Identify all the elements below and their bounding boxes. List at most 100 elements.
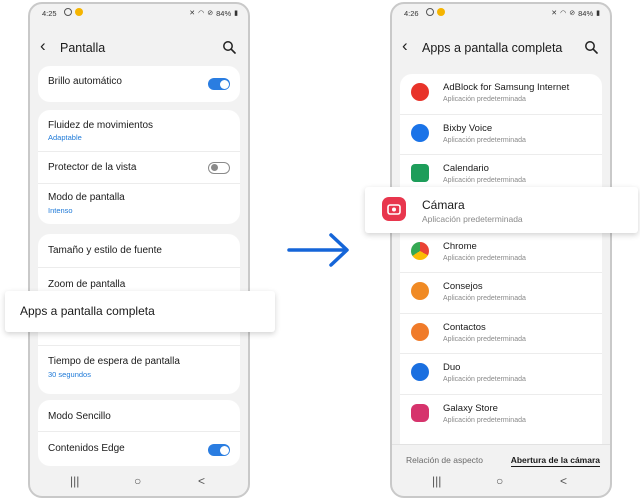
app-name: Consejos xyxy=(443,281,483,292)
battery-icon: ▮ xyxy=(596,9,600,17)
edge-panels-toggle[interactable] xyxy=(208,444,230,456)
bixby-icon xyxy=(411,123,429,142)
back-icon[interactable]: ‹ xyxy=(40,36,46,56)
highlight-camera-app[interactable]: Cámara Aplicación predeterminada xyxy=(365,187,638,233)
setting-label: Modo de pantalla xyxy=(48,192,125,203)
recents-icon[interactable]: ||| xyxy=(70,474,79,488)
setting-edge-panels[interactable]: Contenidos Edge xyxy=(38,432,240,466)
setting-label: Tiempo de espera de pantalla xyxy=(48,356,180,367)
contacts-icon xyxy=(411,322,429,341)
camera-app-name: Cámara xyxy=(422,198,465,212)
setting-label: Tamaño y estilo de fuente xyxy=(48,245,162,256)
app-bar: ‹ Apps a pantalla completa xyxy=(392,32,610,62)
status-bar: 4:26 ✕ ◠ ⊘ 84% ▮ xyxy=(392,4,610,22)
setting-label: Zoom de pantalla xyxy=(48,279,126,290)
highlight-full-screen-apps[interactable]: Apps a pantalla completa xyxy=(5,291,275,332)
setting-auto-brightness[interactable]: Brillo automático xyxy=(38,66,240,102)
list-item-tips[interactable]: Consejos Aplicación predeterminada xyxy=(400,273,602,314)
status-time: 4:25 xyxy=(42,9,57,18)
battery-level: 84% xyxy=(578,9,594,18)
app-status: Aplicación predeterminada xyxy=(443,376,526,383)
auto-brightness-toggle[interactable] xyxy=(208,78,230,90)
app-status: Aplicación predeterminada xyxy=(443,295,526,302)
notification-icon xyxy=(426,8,434,16)
list-item-chrome[interactable]: Chrome Aplicación predeterminada xyxy=(400,233,602,273)
app-name: Bixby Voice xyxy=(443,122,493,134)
navigation-bar: ||| ○ < xyxy=(30,468,248,496)
page-title: Pantalla xyxy=(60,41,106,55)
list-item-duo[interactable]: Duo Aplicación predeterminada xyxy=(400,354,602,395)
calendar-icon xyxy=(411,164,429,182)
app-list: AdBlock for Samsung Internet Aplicación … xyxy=(400,74,602,444)
setting-value: Intenso xyxy=(48,206,73,215)
battery-level: 84% xyxy=(216,9,232,18)
list-item-bixby[interactable]: Bixby Voice Aplicación predeterminada xyxy=(400,115,602,155)
list-item-contacts[interactable]: Contactos Aplicación predeterminada xyxy=(400,314,602,354)
setting-label: Modo Sencillo xyxy=(48,411,111,422)
eye-comfort-toggle[interactable] xyxy=(208,162,230,174)
setting-motion-smoothness[interactable]: Fluidez de movimientos Adaptable xyxy=(38,110,240,152)
setting-label: Fluidez de movimientos xyxy=(48,120,154,131)
wifi-icon: ◠ xyxy=(198,9,205,17)
setting-screen-timeout[interactable]: Tiempo de espera de pantalla 30 segundos xyxy=(38,346,240,394)
app-status: Aplicación predeterminada xyxy=(443,177,526,184)
app-status: Aplicación predeterminada xyxy=(443,96,526,103)
arrow-right-icon xyxy=(287,233,349,267)
duo-icon xyxy=(411,363,429,381)
setting-easy-mode[interactable]: Modo Sencillo xyxy=(38,400,240,432)
back-nav-icon[interactable]: < xyxy=(560,474,567,488)
wifi-icon: ◠ xyxy=(560,9,567,17)
settings-group-easy-mode: Modo Sencillo Contenidos Edge xyxy=(38,400,240,466)
navigation-bar: ||| ○ < xyxy=(392,468,610,496)
setting-value: 30 segundos xyxy=(48,370,91,379)
no-signal-icon: ⊘ xyxy=(569,9,576,17)
app-status: Aplicación predeterminada xyxy=(443,335,526,343)
app-name: Galaxy Store xyxy=(443,402,498,414)
phone-full-screen-apps: 4:26 ✕ ◠ ⊘ 84% ▮ ‹ Apps a pantalla compl… xyxy=(390,2,612,498)
home-icon[interactable]: ○ xyxy=(496,474,503,488)
app-notification-icon xyxy=(75,8,83,16)
setting-label: Contenidos Edge xyxy=(48,443,125,454)
camera-icon xyxy=(382,197,406,221)
phone-display-settings: 4:25 ✕ ◠ ⊘ 84% ▮ ‹ Pantalla Brillo autom… xyxy=(28,2,250,498)
app-notification-icon xyxy=(437,8,445,16)
search-icon[interactable] xyxy=(222,40,236,54)
home-icon[interactable]: ○ xyxy=(134,474,141,488)
full-screen-apps-label: Apps a pantalla completa xyxy=(20,304,155,318)
mute-icon: ✕ xyxy=(551,9,558,17)
camera-app-status: Aplicación predeterminada xyxy=(422,214,523,224)
list-item-galaxy-store[interactable]: Galaxy Store Aplicación predeterminada xyxy=(400,395,602,436)
search-icon[interactable] xyxy=(584,40,598,54)
app-name: AdBlock for Samsung Internet xyxy=(443,82,570,93)
adblock-icon xyxy=(411,83,429,101)
app-name: Chrome xyxy=(443,240,477,252)
app-bar: ‹ Pantalla xyxy=(30,32,248,62)
setting-font-size[interactable]: Tamaño y estilo de fuente xyxy=(38,234,240,268)
chrome-icon xyxy=(411,241,429,260)
settings-group-brightness: Brillo automático xyxy=(38,66,240,102)
back-icon[interactable]: ‹ xyxy=(402,36,408,56)
setting-screen-mode[interactable]: Modo de pantalla Intenso xyxy=(38,184,240,224)
settings-group-display: Fluidez de movimientos Adaptable Protect… xyxy=(38,110,240,224)
status-time: 4:26 xyxy=(404,9,419,18)
recents-icon[interactable]: ||| xyxy=(432,474,441,488)
app-status: Aplicación predeterminada xyxy=(443,416,526,424)
setting-label: Protector de la vista xyxy=(48,162,137,173)
battery-icon: ▮ xyxy=(234,9,238,17)
setting-label: Brillo automático xyxy=(48,76,122,87)
app-status: Aplicación predeterminada xyxy=(443,136,526,144)
tips-icon xyxy=(411,282,429,300)
back-nav-icon[interactable]: < xyxy=(198,474,205,488)
setting-eye-comfort[interactable]: Protector de la vista xyxy=(38,152,240,184)
app-name: Contactos xyxy=(443,321,486,333)
app-name: Calendario xyxy=(443,163,489,174)
setting-value: Adaptable xyxy=(48,133,82,142)
tab-camera-cutout[interactable]: Abertura de la cámara xyxy=(510,455,600,467)
list-item-adblock[interactable]: AdBlock for Samsung Internet Aplicación … xyxy=(400,74,602,115)
tab-aspect-ratio[interactable]: Relación de aspecto xyxy=(406,455,483,465)
app-status: Aplicación predeterminada xyxy=(443,254,526,262)
status-bar: 4:25 ✕ ◠ ⊘ 84% ▮ xyxy=(30,4,248,22)
no-signal-icon: ⊘ xyxy=(207,9,214,17)
notification-icon xyxy=(64,8,72,16)
page-title: Apps a pantalla completa xyxy=(422,41,563,55)
